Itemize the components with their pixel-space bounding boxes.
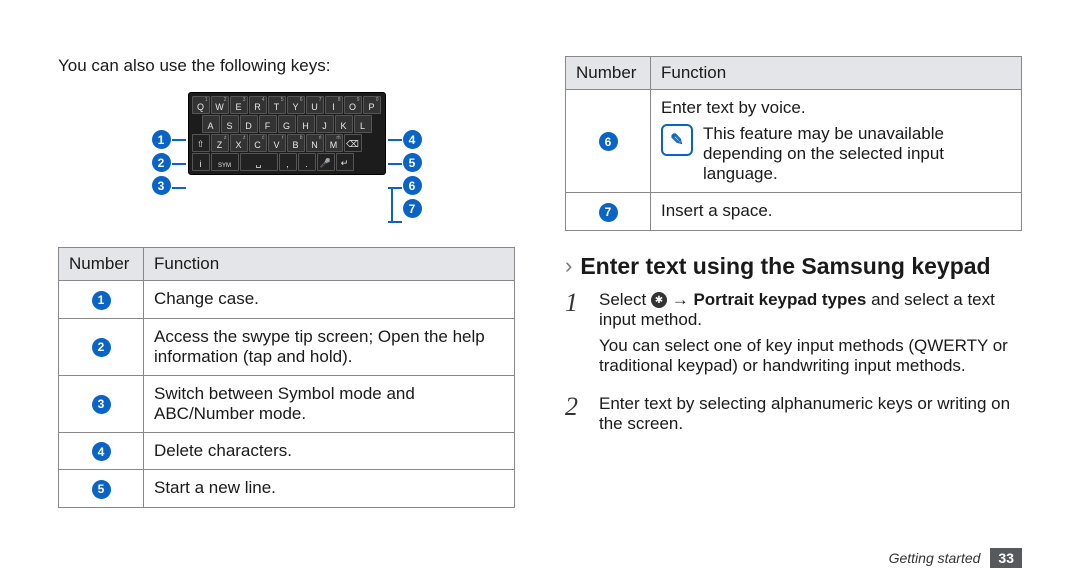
callout-badge: 5 (92, 480, 111, 499)
th-number: Number (59, 248, 144, 281)
keyboard-key: Xź (230, 134, 248, 152)
callout-badge: 6 (599, 132, 618, 151)
function-cell: Change case. (144, 281, 515, 319)
footer-page: 33 (990, 548, 1022, 568)
keyboard-key: Cć (249, 134, 267, 152)
gear-icon: ✱ (651, 292, 667, 308)
table-row: 2 Access the swype tip screen; Open the h… (59, 318, 515, 375)
note-icon: ✎ (661, 124, 693, 156)
table-row: 7 Insert a space. (566, 193, 1022, 231)
th-function: Function (144, 248, 515, 281)
callout-badge: 7 (403, 199, 422, 218)
callout-badge: 4 (403, 130, 422, 149)
keyboard-key: Nń (306, 134, 324, 152)
intro-text: You can also use the following keys: (58, 56, 515, 76)
keyboard-key: Mḿ (325, 134, 343, 152)
table-row: 1 Change case. (59, 281, 515, 319)
section-title: Enter text using the Samsung keypad (580, 253, 990, 280)
keyboard-key: R4 (249, 96, 267, 114)
keyboard-key: G (278, 115, 296, 133)
right-column: Number Function 6 Enter text by voice.✎Th… (565, 36, 1022, 586)
function-cell: Delete characters. (144, 432, 515, 470)
keyboard-key: P0 (363, 96, 381, 114)
footer-section: Getting started (889, 550, 981, 566)
keyboard-key: Y6 (287, 96, 305, 114)
th-number: Number (566, 57, 651, 90)
function-table-left: Number Function 1 Change case. 2 Access the… (58, 247, 515, 508)
page-footer: Getting started 33 (889, 548, 1022, 568)
keyboard-key: ⌫ (344, 134, 362, 152)
step-item: 1Select ✱ → Portrait keypad types and se… (565, 290, 1022, 382)
callout-badge: 7 (599, 203, 618, 222)
left-column: You can also use the following keys: Q1W… (58, 36, 515, 586)
callout-badge: 2 (152, 153, 171, 172)
function-cell: Start a new line. (144, 470, 515, 508)
table-row: 4 Delete characters. (59, 432, 515, 470)
keyboard-key: Q1 (192, 96, 210, 114)
function-cell: Enter text by voice.✎This feature may be… (651, 90, 1022, 193)
keyboard-key: K (335, 115, 353, 133)
callout-badge: 1 (92, 291, 111, 310)
function-cell: Access the swype tip screen; Open the he… (144, 318, 515, 375)
keyboard-key: W2 (211, 96, 229, 114)
section-heading: › Enter text using the Samsung keypad (565, 253, 1022, 280)
keyboard-key: ⇧ (192, 134, 210, 152)
callout-badge: 1 (152, 130, 171, 149)
keyboard-key: I8 (325, 96, 343, 114)
callout-badge: 3 (92, 395, 111, 414)
keyboard-key: Zż (211, 134, 229, 152)
keyboard-key: , (279, 153, 297, 171)
step-item: 2Enter text by selecting alphanumeric ke… (565, 394, 1022, 440)
keyboard-key: U7 (306, 96, 324, 114)
keyboard-key: ␣ (240, 153, 278, 171)
callout-badge: 3 (152, 176, 171, 195)
chevron-right-icon: › (565, 253, 572, 279)
keyboard-key: H (297, 115, 315, 133)
keyboard-key: L (354, 115, 372, 133)
callout-badge: 5 (403, 153, 422, 172)
keyboard-key: A (202, 115, 220, 133)
keyboard-key: F (259, 115, 277, 133)
keyboard-key: 🎤 (317, 153, 335, 171)
function-table-right: Number Function 6 Enter text by voice.✎Th… (565, 56, 1022, 231)
keyboard-key: Bḃ (287, 134, 305, 152)
keyboard-key: T5 (268, 96, 286, 114)
callout-badge: 2 (92, 338, 111, 357)
keyboard-key: Vŕ (268, 134, 286, 152)
keyboard-key: ↵ (336, 153, 354, 171)
keyboard-diagram: Q1W2E3R4T5Y6U7I8O9P0 ASDFGHJKL ⇧ZżXźCćVŕBḃ… (58, 92, 515, 227)
function-cell: Switch between Symbol mode and ABC/Numbe… (144, 375, 515, 432)
function-cell: Insert a space. (651, 193, 1022, 231)
keyboard-key: . (298, 153, 316, 171)
keyboard-key: D (240, 115, 258, 133)
keyboard-key: J (316, 115, 334, 133)
steps-list: 1Select ✱ → Portrait keypad types and se… (565, 290, 1022, 440)
th-function: Function (651, 57, 1022, 90)
table-row: 3 Switch between Symbol mode and ABC/Numb… (59, 375, 515, 432)
keyboard-key: S (221, 115, 239, 133)
callout-badge: 4 (92, 442, 111, 461)
keyboard-key: E3 (230, 96, 248, 114)
table-row: 5 Start a new line. (59, 470, 515, 508)
keyboard-key: O9 (344, 96, 362, 114)
keyboard-key: SYM (211, 153, 239, 171)
callout-badge: 6 (403, 176, 422, 195)
table-row: 6 Enter text by voice.✎This feature may b… (566, 90, 1022, 193)
keyboard-key: i (192, 153, 210, 171)
